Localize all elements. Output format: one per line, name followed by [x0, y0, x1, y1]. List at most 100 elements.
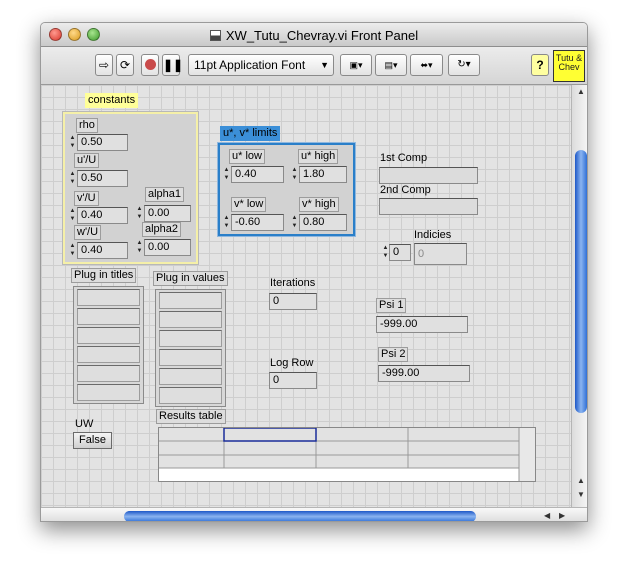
plug-values-array[interactable] — [155, 289, 226, 407]
limits-label: u*, v* limits — [220, 126, 281, 141]
limits-cluster[interactable]: u* low ▲ ▼ 0.40 u* high ▲ ▼ 1.80 v* low ▲ ▼… — [217, 142, 356, 237]
indicies-value: 0 — [414, 243, 467, 265]
stop-icon — [144, 59, 156, 70]
indicies-increment-icon[interactable]: ▲ ▼ — [382, 244, 389, 261]
constants-cluster[interactable]: rho ▲ ▼ 0.50 u'/U ▲ ▼ 0.50 v'/U ▲ ▼ 0.40 w'… — [62, 111, 199, 265]
scroll-up-arrow-icon[interactable]: ▲ — [577, 87, 585, 96]
list-item[interactable] — [159, 368, 222, 385]
indicies-label: Indicies — [414, 229, 452, 241]
u-prime-increment-icon[interactable]: ▲ ▼ — [69, 170, 76, 187]
horizontal-scrollbar[interactable]: ◀ ▶ — [41, 507, 587, 521]
list-item[interactable] — [159, 387, 222, 404]
scroll-up-arrow-icon[interactable]: ▲ — [577, 476, 585, 485]
iterations-indicator: 0 — [269, 293, 317, 310]
chevron-down-icon: ▼ — [320, 60, 329, 70]
help-button[interactable]: ? — [531, 54, 549, 76]
psi2-label: Psi 2 — [378, 347, 409, 362]
psi1-indicator: -999.00 — [376, 316, 468, 333]
v-prime-increment-icon[interactable]: ▲ ▼ — [69, 207, 76, 224]
u-high-label: u* high — [298, 149, 339, 164]
list-item[interactable] — [159, 330, 222, 347]
abort-button[interactable] — [141, 54, 159, 76]
w-prime-increment-icon[interactable]: ▲ ▼ — [69, 242, 76, 259]
second-comp-label: 2nd Comp — [380, 184, 431, 196]
alpha1-input[interactable]: 0.00 — [144, 205, 191, 222]
plug-titles-label: Plug in titles — [71, 268, 137, 283]
alpha1-increment-icon[interactable]: ▲ ▼ — [136, 205, 143, 222]
uw-label: UW — [75, 418, 94, 430]
list-item[interactable] — [77, 308, 140, 325]
iterations-label: Iterations — [270, 277, 316, 289]
window-title-text: XW_Tutu_Chevray.vi Front Panel — [225, 28, 419, 43]
u-low-input[interactable]: 0.40 — [231, 166, 284, 183]
plug-values-label: Plug in values — [153, 271, 228, 286]
scroll-down-arrow-icon[interactable]: ▼ — [577, 490, 585, 499]
v-low-increment-icon[interactable]: ▲ ▼ — [223, 214, 230, 231]
font-select[interactable]: 11pt Application Font ▼ — [188, 54, 334, 76]
run-continuously-button[interactable]: ⟳ — [116, 54, 134, 76]
u-high-increment-icon[interactable]: ▲ ▼ — [291, 166, 298, 183]
align-objects-button[interactable]: ▣▾ — [340, 54, 372, 76]
list-item[interactable] — [159, 349, 222, 366]
toolbar: ⇨ ⟳ ❚❚ 11pt Application Font ▼ ▣▾ ▤▾ ⬌▾ ↻… — [41, 47, 587, 85]
list-item[interactable] — [77, 289, 140, 306]
constants-label: constants — [85, 93, 139, 108]
w-prime-label: w'/U — [74, 225, 102, 240]
scroll-left-arrow-icon[interactable]: ◀ — [544, 511, 550, 520]
second-comp-indicator — [379, 198, 478, 215]
window-title: XW_Tutu_Chevray.vi Front Panel — [41, 28, 587, 43]
font-select-value: 11pt Application Font — [194, 58, 306, 72]
list-item[interactable] — [77, 346, 140, 363]
alpha2-label: alpha2 — [142, 222, 182, 237]
u-prime-label: u'/U — [74, 153, 100, 168]
front-panel-window: XW_Tutu_Chevray.vi Front Panel ⇨ ⟳ ❚❚ 11… — [40, 22, 588, 522]
alpha2-input[interactable]: 0.00 — [144, 239, 191, 256]
u-high-input[interactable]: 1.80 — [299, 166, 347, 183]
v-high-increment-icon[interactable]: ▲ ▼ — [291, 214, 298, 231]
u-prime-input[interactable]: 0.50 — [77, 170, 128, 187]
list-item[interactable] — [77, 365, 140, 382]
u-low-label: u* low — [229, 149, 265, 164]
alpha1-label: alpha1 — [145, 187, 185, 202]
reorder-button[interactable]: ↻▾ — [448, 54, 480, 76]
v-high-input[interactable]: 0.80 — [299, 214, 347, 231]
u-low-increment-icon[interactable]: ▲ ▼ — [223, 166, 230, 183]
v-prime-input[interactable]: 0.40 — [77, 207, 128, 224]
pause-button[interactable]: ❚❚ — [162, 54, 183, 76]
distribute-objects-button[interactable]: ▤▾ — [375, 54, 407, 76]
log-row-label: Log Row — [270, 357, 314, 369]
v-low-label: v* low — [231, 197, 267, 212]
vertical-scroll-thumb[interactable] — [575, 150, 587, 413]
indicies-index-input[interactable]: 0 — [389, 244, 411, 261]
first-comp-indicator — [379, 167, 478, 184]
run-button[interactable]: ⇨ — [95, 54, 113, 76]
uw-boolean-button[interactable]: False — [73, 432, 112, 449]
rho-label: rho — [76, 118, 98, 133]
title-bar: XW_Tutu_Chevray.vi Front Panel — [41, 23, 587, 47]
list-item[interactable] — [77, 327, 140, 344]
alpha2-increment-icon[interactable]: ▲ ▼ — [136, 239, 143, 256]
v-low-input[interactable]: -0.60 — [231, 214, 284, 231]
v-prime-label: v'/U — [74, 191, 99, 206]
results-table-grid — [159, 428, 535, 481]
scroll-right-arrow-icon[interactable]: ▶ — [559, 511, 565, 520]
plug-titles-array[interactable] — [73, 286, 144, 404]
vertical-scrollbar[interactable]: ▲ ▲ ▼ — [571, 85, 587, 507]
first-comp-label: 1st Comp — [380, 152, 428, 164]
rho-increment-icon[interactable]: ▲ ▼ — [69, 134, 76, 151]
w-prime-input[interactable]: 0.40 — [77, 242, 128, 259]
results-table[interactable] — [158, 427, 536, 482]
rho-input[interactable]: 0.50 — [77, 134, 128, 151]
psi2-indicator: -999.00 — [378, 365, 470, 382]
list-item[interactable] — [159, 292, 222, 309]
vi-connector-icon: Tutu & Chev — [553, 50, 585, 82]
v-high-label: v* high — [299, 197, 339, 212]
horizontal-scroll-thumb[interactable] — [124, 511, 476, 521]
list-item[interactable] — [77, 384, 140, 401]
log-row-indicator: 0 — [269, 372, 317, 389]
resize-objects-button[interactable]: ⬌▾ — [410, 54, 443, 76]
results-table-label: Results table — [156, 409, 226, 424]
list-item[interactable] — [159, 311, 222, 328]
front-panel: constants rho ▲ ▼ 0.50 u'/U ▲ ▼ 0.50 v'/U … — [41, 85, 571, 507]
vi-icon — [209, 30, 221, 41]
